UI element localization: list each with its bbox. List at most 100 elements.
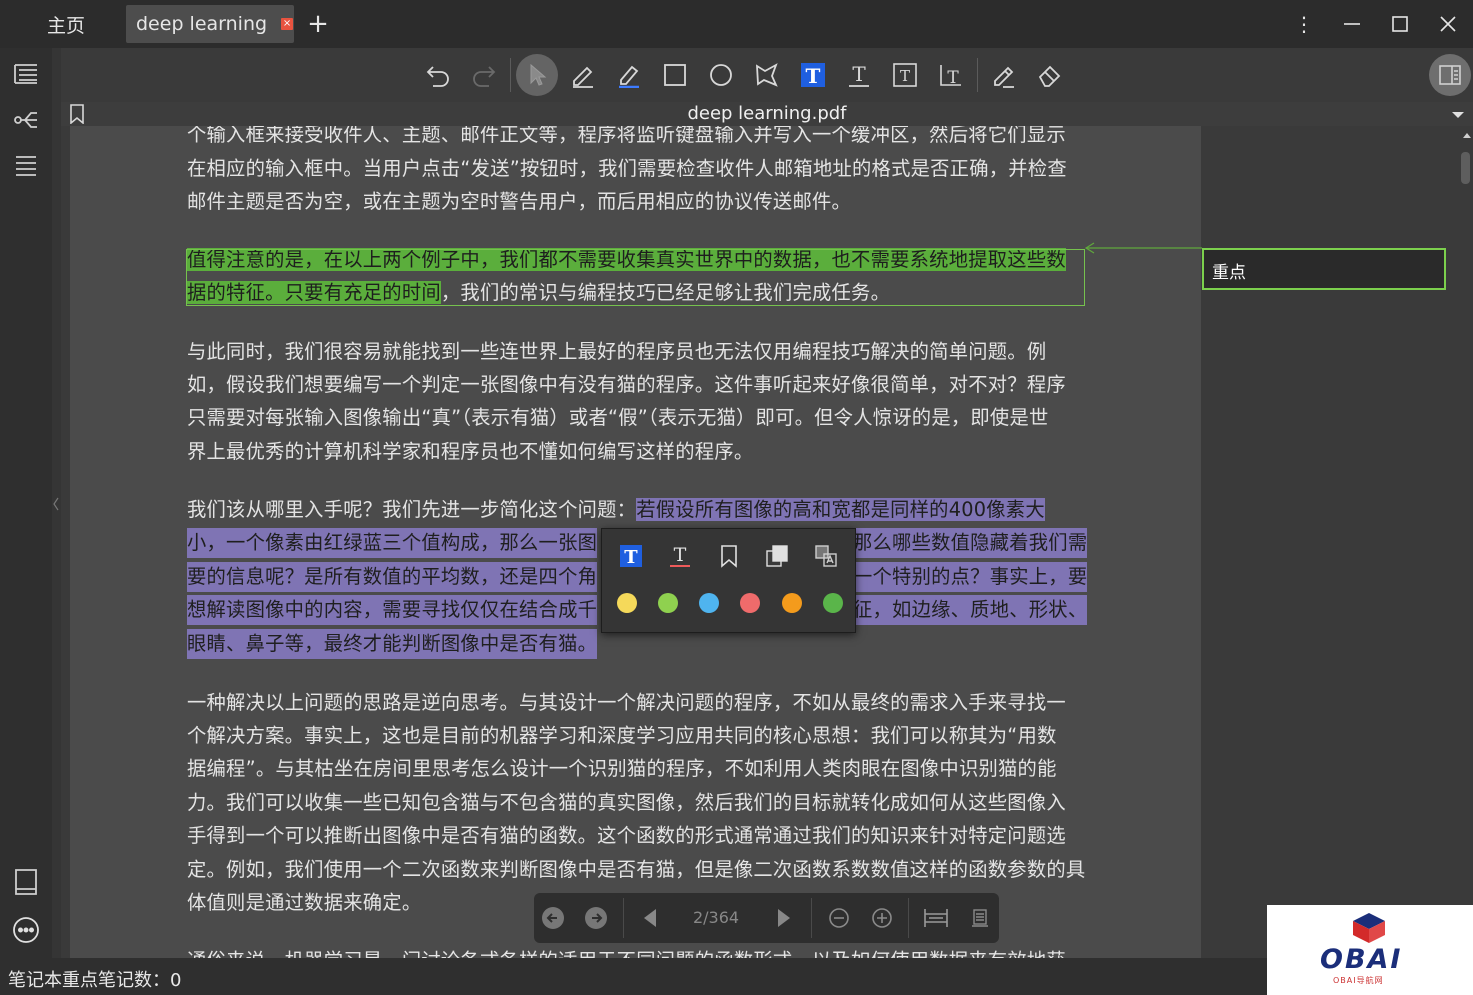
page-indicator[interactable]: 2/364: [678, 908, 754, 927]
outline-icon[interactable]: [10, 58, 42, 90]
text-line: 一种解决以上问题的思路是逆向思考。与其设计一个解决问题的程序，不如从最终的需求入…: [187, 691, 1066, 714]
nav-divider: [811, 898, 812, 938]
zoom-in-icon[interactable]: [866, 902, 898, 934]
text-line: 如，假设我们想要编写一个判定一张图像中有没有猫的程序。这件事听起来好像很简单，对…: [187, 373, 1066, 396]
page-navigation-bar: 2/364: [534, 893, 999, 943]
color-swatch-blue[interactable]: [699, 593, 719, 613]
text-line: 定。例如，我们使用一个二次函数来判断图像中是否有猫，但是像二次函数系数数值这样的…: [187, 858, 1086, 881]
previous-page-icon[interactable]: [634, 902, 666, 934]
bookmark-icon[interactable]: [714, 541, 744, 571]
text-insert-icon[interactable]: T: [934, 58, 968, 92]
back-arrow-icon[interactable]: [537, 902, 569, 934]
logo-subtitle: OBAI导航网: [1333, 976, 1384, 985]
tab-home[interactable]: 主页: [20, 5, 112, 43]
logo-text: OBAI: [1320, 944, 1403, 975]
purple-highlight-line[interactable]: 想解读图像中的内容，需要寻找仅仅在结合成千: [187, 595, 598, 625]
svg-text:T: T: [624, 547, 638, 568]
text-line-cut: 通俗来说，机器学习是一门讨论各式各样的适用于不同问题的函数形式，以及如何使用数据…: [187, 946, 1066, 958]
text-line: 个输入框来接受收件人、主题、邮件正文等，程序将监听键盘输入并写入一个缓冲区，然后…: [187, 126, 1066, 146]
status-bar: 笔记本重点笔记数：0: [0, 958, 1473, 995]
eraser-icon[interactable]: [1033, 58, 1067, 92]
purple-highlight-line[interactable]: 那么哪些数值隐藏着我们需: [853, 528, 1088, 558]
text-box-blue-icon[interactable]: T: [796, 58, 830, 92]
redo-icon[interactable]: [467, 58, 501, 92]
text-line: 界上最优秀的计算机科学家和程序员也不懂如何编写这样的程序。: [187, 440, 754, 463]
mindmap-icon[interactable]: [10, 104, 42, 136]
color-swatch-orange[interactable]: [782, 593, 802, 613]
selection-popup-menu: T T: [601, 528, 856, 633]
sidebar-collapse-handle[interactable]: [52, 48, 61, 960]
highlighter-icon[interactable]: [612, 58, 646, 92]
toolbar-divider: [977, 58, 978, 92]
dropdown-arrow-icon[interactable]: [1451, 110, 1465, 120]
nav-divider: [908, 898, 909, 938]
svg-text:T: T: [900, 67, 910, 85]
color-swatch-red[interactable]: [740, 593, 760, 613]
note-anchor-box[interactable]: [186, 249, 1085, 306]
tab-close-icon[interactable]: ×: [281, 18, 294, 30]
text-line: 在相应的输入框中。当用户点击“发送”按钮时，我们需要检查收件人邮箱地址的格式是否…: [187, 157, 1067, 180]
notebook-count-text: 笔记本重点笔记数：0: [8, 970, 182, 991]
notebook-icon[interactable]: [10, 866, 42, 898]
color-swatch-dark-green[interactable]: [823, 593, 843, 613]
more-options-icon[interactable]: [10, 914, 42, 946]
circle-icon[interactable]: [704, 58, 738, 92]
list-icon[interactable]: [10, 150, 42, 182]
note-card[interactable]: 重点: [1202, 248, 1446, 290]
tab-label: deep learning: [136, 13, 268, 35]
color-swatch-green[interactable]: [658, 593, 678, 613]
purple-highlight-line[interactable]: 小，一个像素由红绿蓝三个值构成，那么一张图: [187, 528, 598, 558]
scrollbar-thumb[interactable]: [1461, 152, 1470, 184]
text-line: 力。我们可以收集一些已知包含猫与不包含猫的真实图像，然后我们的目标就转化成如何从…: [187, 791, 1066, 814]
text-line: 据编程”。与其枯坐在房间里思考怎么设计一个识别猫的程序，不如利用人类肉眼在图像中…: [187, 757, 1057, 780]
tab-deep-learning[interactable]: deep learning ×: [126, 5, 294, 43]
page-mode-icon[interactable]: [964, 902, 996, 934]
undo-icon[interactable]: [421, 58, 455, 92]
close-window-button[interactable]: [1424, 0, 1472, 48]
underline-icon[interactable]: T: [665, 541, 695, 571]
color-swatch-yellow[interactable]: [617, 593, 637, 613]
svg-text:T: T: [947, 68, 959, 88]
select-tool-icon[interactable]: [516, 54, 558, 96]
translate-icon[interactable]: [811, 541, 841, 571]
text-fragment: 我们该从哪里入手呢？我们先进一步简化这个问题：: [187, 498, 637, 521]
polygon-icon[interactable]: [750, 58, 784, 92]
nav-divider: [623, 898, 624, 938]
text-underline-icon[interactable]: T: [842, 58, 876, 92]
minimize-button[interactable]: [1328, 0, 1376, 48]
svg-text:T: T: [806, 64, 821, 88]
next-page-icon[interactable]: [768, 902, 800, 934]
purple-highlight-line[interactable]: 要的信息呢？是所有数值的平均数，还是四个角: [187, 562, 598, 592]
copy-icon[interactable]: [762, 541, 792, 571]
right-panel-toggle-icon[interactable]: [1429, 54, 1471, 96]
text-line: 手得到一个可以推断出图像中是否有猫的函数。这个函数的形式通常通过我们的知识来针对…: [187, 824, 1066, 847]
fit-width-icon[interactable]: [920, 902, 952, 934]
maximize-button[interactable]: [1376, 0, 1424, 48]
purple-highlight-line[interactable]: 征，如边缘、质地、形状、: [853, 595, 1088, 625]
annotation-toolbar: T T T T: [61, 48, 1473, 102]
more-menu-icon[interactable]: ⋮: [1280, 0, 1328, 48]
signature-pen-icon[interactable]: [987, 58, 1021, 92]
text-line: 邮件主题是否为空，或在主题为空时警告用户，而后用相应的协议传送邮件。: [187, 190, 852, 213]
forward-arrow-icon[interactable]: [580, 902, 612, 934]
text-line: 与此同时，我们很容易就能找到一些连世界上最好的程序员也无法仅用编程技巧解决的简单…: [187, 340, 1047, 363]
purple-highlight-line[interactable]: 一个特别的点？事实上，要: [853, 562, 1088, 592]
purple-highlight[interactable]: 若假设所有图像的高和宽都是同样的400像素大: [636, 498, 1045, 521]
document-header: deep learning.pdf: [61, 102, 1473, 126]
svg-text:T: T: [674, 544, 687, 566]
svg-text:T: T: [852, 62, 866, 86]
scroll-up-icon[interactable]: [1462, 130, 1473, 140]
rectangle-icon[interactable]: [658, 58, 692, 92]
purple-highlight-line[interactable]: 眼睛、鼻子等，最终才能判断图像中是否有猫。: [187, 629, 598, 659]
pen-icon[interactable]: [566, 58, 600, 92]
document-title: deep learning.pdf: [687, 103, 847, 124]
toolbar-divider: [510, 58, 511, 92]
title-bar: 主页 deep learning × + ⋮: [0, 0, 1473, 48]
text-line: 体值则是通过数据来确定。: [187, 891, 422, 914]
text-note-icon[interactable]: T: [616, 541, 646, 571]
new-tab-button[interactable]: +: [304, 5, 332, 43]
zoom-out-icon[interactable]: [823, 902, 855, 934]
vertical-scrollbar[interactable]: [1461, 126, 1473, 960]
text-frame-icon[interactable]: T: [888, 58, 922, 92]
left-sidebar: [0, 48, 52, 960]
